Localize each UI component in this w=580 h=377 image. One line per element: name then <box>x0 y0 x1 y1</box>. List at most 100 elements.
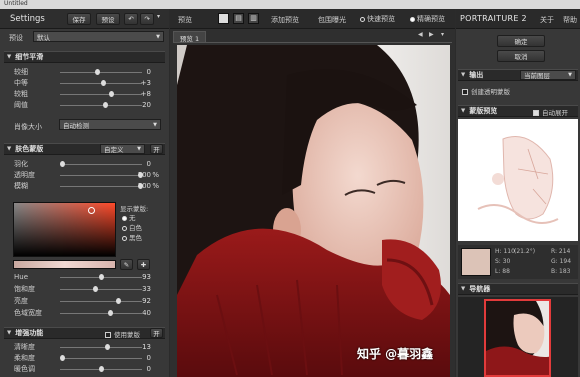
slider-value[interactable]: 13 <box>127 343 151 351</box>
slider-label: 阈值 <box>14 101 28 109</box>
brand-title: PORTRAITURE 2 <box>460 14 527 23</box>
detail-smoothing-header[interactable]: ▼ 细节平滑 <box>4 51 165 63</box>
preview-photo[interactable]: 知乎 @暮羽鑫 <box>177 45 450 377</box>
undo-icon: ↶ <box>128 15 134 23</box>
preview-area: 预览 ▤ ▥ 添加预览 包围曝光 快速预览 精确预览 预览 1 ◀ ▶ ▾ 知乎… <box>170 9 455 377</box>
quick-preview-radio[interactable]: 快速预览 <box>360 14 395 24</box>
color-picker-cursor[interactable] <box>88 207 95 214</box>
slider-value[interactable]: 0 <box>127 68 151 76</box>
slider-value[interactable]: 33 <box>127 285 151 293</box>
readout-l: L: 88 <box>495 268 510 275</box>
slider-knob[interactable] <box>116 298 122 304</box>
slider-row: 亮度 92 <box>14 296 165 306</box>
slider-value[interactable]: 20 <box>127 101 151 109</box>
bracket-exposure-button[interactable]: 包围曝光 <box>318 15 346 25</box>
slider-value[interactable]: +3 <box>127 79 151 87</box>
navigator-header[interactable]: ▼ 导航器 <box>458 283 578 295</box>
slider-label: 较细 <box>14 68 28 76</box>
skin-mode-dropdown[interactable]: 自定义 ▼ <box>100 144 145 154</box>
color-readout: H: 110 (21.2°) S: 30 L: 88 R: 214 G: 194… <box>458 245 578 279</box>
enhancements-title: 增强功能 <box>15 329 44 337</box>
sampled-color-swatch <box>461 248 491 276</box>
portrait-size-value: 自动检测 <box>63 121 89 130</box>
slider-knob[interactable] <box>95 69 101 75</box>
slider-value[interactable]: 0 <box>127 354 151 362</box>
cancel-button[interactable]: 取消 <box>497 50 545 62</box>
slider-knob[interactable] <box>100 80 106 86</box>
ok-button[interactable]: 确定 <box>497 35 545 47</box>
enhancements-toggle[interactable]: 开 <box>150 328 163 338</box>
quick-preview-label: 快速预览 <box>367 15 395 23</box>
slider-knob[interactable] <box>102 102 108 108</box>
save-button[interactable]: 保存 <box>67 13 91 25</box>
slider-row: 中等 +3 <box>14 78 165 88</box>
slider-row: 清晰度 13 <box>14 342 165 352</box>
preview-label: 预览 <box>178 16 192 24</box>
split-vertical-button[interactable]: ▥ <box>248 13 259 24</box>
slider-knob[interactable] <box>92 286 98 292</box>
slider-row: 较粗 +8 <box>14 89 165 99</box>
skin-color-picker[interactable] <box>13 202 116 257</box>
slider-row: 透明度 100% <box>14 170 165 180</box>
readout-g: G: 194 <box>551 258 572 265</box>
redo-button[interactable]: ↷ <box>140 13 154 25</box>
radio-icon <box>122 215 127 221</box>
preset-dropdown[interactable]: 默认 ▼ <box>33 31 164 42</box>
mask-option-none[interactable]: 无 <box>122 213 142 223</box>
slider-label: 亮度 <box>14 297 28 305</box>
slider-knob[interactable] <box>99 274 104 280</box>
output-dropdown[interactable]: 当前图层 ▼ <box>520 70 576 80</box>
eyedropper-button[interactable]: ✎ <box>120 259 133 270</box>
settings-header: Settings 保存 预设 ↶ ↷ ▾ <box>0 9 169 29</box>
slider-knob[interactable] <box>105 344 111 350</box>
undo-button[interactable]: ↶ <box>124 13 138 25</box>
accurate-preview-radio[interactable]: 精确预览 <box>410 14 445 24</box>
slider-value[interactable]: 0 <box>127 160 151 168</box>
slider-value[interactable]: +8 <box>127 90 151 98</box>
enhancements-header[interactable]: ▼ 增强功能 <box>4 327 165 339</box>
output-value: 当前图层 <box>524 72 550 80</box>
checkbox-icon <box>533 110 539 116</box>
slider-knob[interactable] <box>99 366 104 372</box>
slider-value[interactable]: 92 <box>127 297 151 305</box>
slider-value[interactable]: 100 <box>127 171 151 179</box>
slider-knob[interactable] <box>109 91 115 97</box>
slider-value[interactable]: 93 <box>127 273 151 281</box>
slider-label: 羽化 <box>14 160 28 168</box>
add-preview-button[interactable]: 添加预览 <box>271 15 299 25</box>
split-horizontal-button[interactable]: ▤ <box>233 13 244 24</box>
mask-preview-svg <box>477 136 559 224</box>
skin-mask-toggle[interactable]: 开 <box>150 144 163 154</box>
single-view-button[interactable] <box>218 13 229 24</box>
mask-option-none-label: 无 <box>129 214 136 222</box>
auto-expand-checkbox[interactable]: 自动展开 <box>533 107 568 117</box>
eyedropper-add-button[interactable]: ✚ <box>137 259 150 270</box>
mask-option-black[interactable]: 黑色 <box>122 233 142 243</box>
preset-button[interactable]: 预设 <box>96 13 120 25</box>
hue-range-bar[interactable] <box>13 260 116 269</box>
slider-value[interactable]: 100 <box>127 182 151 190</box>
slider-knob[interactable] <box>60 355 65 361</box>
tab-prev-icon[interactable]: ◀ <box>418 31 428 41</box>
slider-row: 羽化 0 <box>14 159 165 169</box>
slider-value[interactable]: 40 <box>127 309 151 317</box>
right-panel: PORTRAITURE 2 关于 帮助 确定 取消 ▼ 输出 当前图层 ▼ 创建透明… <box>456 9 580 377</box>
help-link[interactable]: 帮助 <box>563 15 577 25</box>
tab-next-icon[interactable]: ▶ <box>429 31 439 41</box>
portrait-size-dropdown[interactable]: 自动检测 ▼ <box>59 119 161 130</box>
window-title: Untitled <box>4 0 28 7</box>
tab-menu-icon[interactable]: ▾ <box>441 31 451 41</box>
slider-knob[interactable] <box>108 310 114 316</box>
slider-value[interactable]: 0 <box>127 365 151 373</box>
collapse-triangle-icon: ▼ <box>461 108 466 114</box>
navigator-thumbnail[interactable] <box>484 299 551 377</box>
radio-icon <box>122 225 127 231</box>
settings-menu-icon[interactable]: ▾ <box>157 13 167 25</box>
create-mask-checkbox[interactable]: 创建透明蒙版 <box>462 86 510 96</box>
mask-option-white[interactable]: 白色 <box>122 223 142 233</box>
about-link[interactable]: 关于 <box>540 15 554 25</box>
use-mask-label: 使用蒙版 <box>114 331 140 339</box>
use-mask-checkbox[interactable]: 使用蒙版 <box>105 329 140 339</box>
radio-icon <box>410 16 415 22</box>
slider-knob[interactable] <box>60 161 65 167</box>
